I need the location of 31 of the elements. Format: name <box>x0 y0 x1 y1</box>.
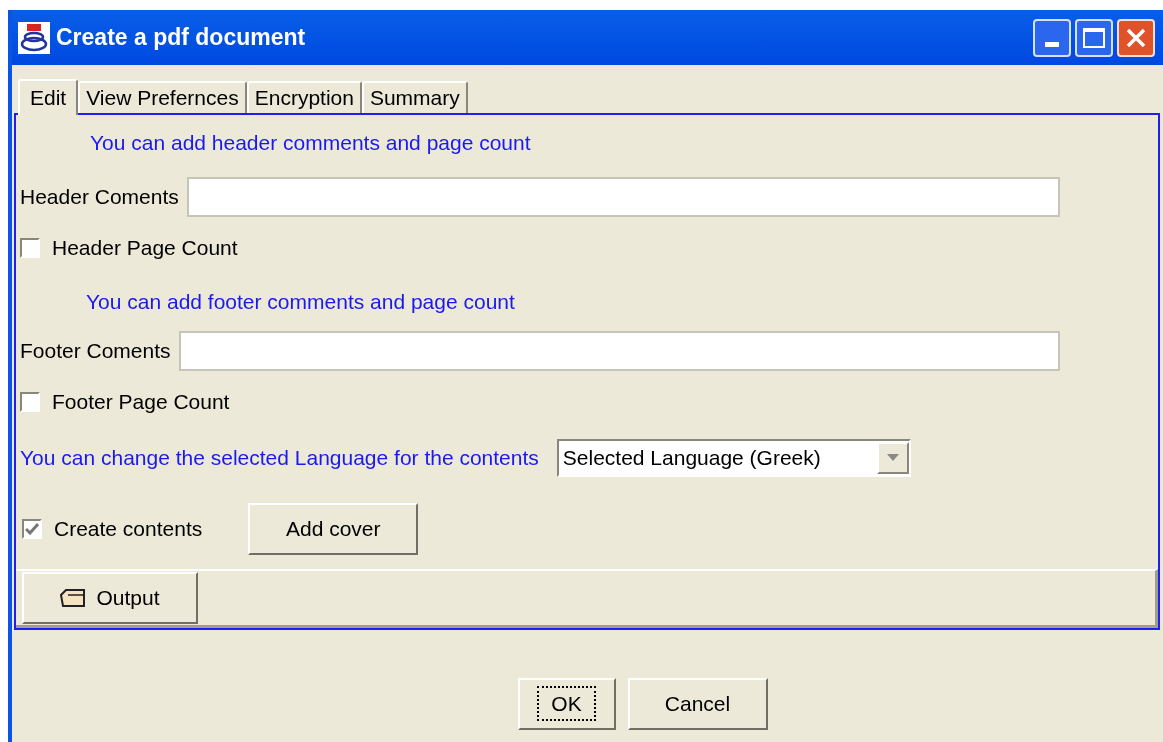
maximize-icon <box>1083 27 1105 48</box>
input-field[interactable] <box>178 331 1060 371</box>
cancel-button[interactable]: Cancel <box>627 678 768 730</box>
add-cover-button[interactable]: Add cover <box>248 503 419 555</box>
ok-button[interactable]: OK <box>517 678 616 730</box>
close-button[interactable] <box>1117 18 1155 57</box>
field-label: Header Coments <box>20 184 179 211</box>
tab[interactable]: View Prefernces <box>78 81 247 113</box>
checkbox[interactable] <box>20 392 40 412</box>
section-heading: You can add footer comments and page count <box>86 288 515 315</box>
output-button[interactable]: Output <box>22 572 198 624</box>
tab[interactable]: Edit <box>18 79 79 115</box>
tab[interactable]: Encryption <box>246 81 362 113</box>
window-title: Create a pdf document <box>56 23 306 53</box>
checkbox-label: Header Page Count <box>52 235 238 262</box>
language-dropdown[interactable]: Selected Language (Greek) <box>556 439 911 477</box>
minimize-button[interactable] <box>1033 18 1071 57</box>
checkbox-label: Create contents <box>54 516 203 543</box>
minimize-icon <box>1045 41 1059 47</box>
app-icon <box>18 21 50 54</box>
input-field[interactable] <box>186 177 1060 217</box>
checkbox[interactable] <box>22 519 42 539</box>
section-heading: You can add header comments and page count <box>90 130 531 157</box>
field-label: Footer Coments <box>20 338 171 365</box>
checkbox[interactable] <box>20 238 40 258</box>
maximize-button[interactable] <box>1075 18 1113 57</box>
folder-icon <box>60 589 87 607</box>
tab[interactable]: Summary <box>361 81 468 113</box>
checkbox-label: Footer Page Count <box>52 389 230 416</box>
close-icon <box>1125 26 1147 49</box>
language-label: You can change the selected Language for the contents <box>20 445 539 472</box>
